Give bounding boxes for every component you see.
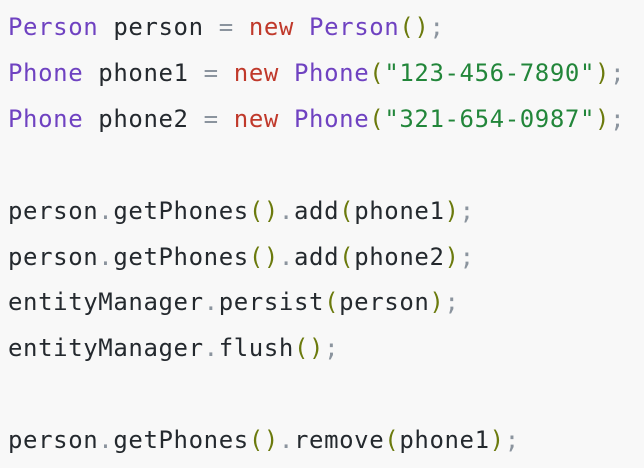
code-token-keyword: new — [233, 59, 279, 87]
code-token-operator: = — [203, 59, 219, 87]
code-token-paren: () — [248, 426, 279, 454]
code-token-identifier — [279, 59, 294, 87]
code-token-identifier: phone2 — [83, 105, 204, 133]
code-token-paren: () — [399, 13, 430, 41]
code-line-6: person.getPhones().add(phone2); — [8, 240, 475, 274]
code-token-type: Person — [309, 13, 400, 41]
code-token-operator: ; — [459, 197, 475, 225]
code-token-paren: () — [248, 243, 279, 271]
code-line-2: Phone phone1 = new Phone("123-456-7890")… — [8, 56, 625, 90]
code-token-operator: . — [98, 197, 114, 225]
code-token-identifier — [294, 13, 309, 41]
code-token-identifier: remove — [293, 426, 385, 454]
code-token-paren: ) — [429, 288, 445, 316]
code-block: Person person = new Person(); Phone phon… — [0, 0, 644, 468]
code-token-type: Phone — [294, 105, 370, 133]
code-token-keyword: new — [233, 105, 279, 133]
code-token-identifier: phone1 — [354, 197, 445, 225]
code-token-paren: ) — [489, 426, 505, 454]
code-token-operator: ; — [610, 59, 626, 87]
code-token-operator: . — [203, 334, 219, 362]
code-line-3: Phone phone2 = new Phone("321-654-0987")… — [8, 102, 625, 136]
code-token-identifier — [279, 105, 294, 133]
code-token-operator: . — [203, 288, 219, 316]
code-token-identifier: add — [293, 197, 340, 225]
code-token-identifier: person — [8, 426, 99, 454]
code-token-identifier: person — [98, 13, 219, 41]
code-token-identifier: person — [8, 243, 99, 271]
code-token-type: Person — [8, 13, 99, 41]
code-token-type: Phone — [294, 59, 370, 87]
code-token-type: Phone — [8, 59, 84, 87]
code-token-operator: = — [218, 13, 234, 41]
code-token-paren: () — [248, 197, 279, 225]
code-token-operator: ; — [324, 334, 340, 362]
code-token-operator: ; — [444, 288, 460, 316]
code-token-type: Phone — [8, 105, 84, 133]
code-token-paren: ) — [595, 59, 611, 87]
code-token-paren: ) — [444, 197, 460, 225]
code-token-identifier: person — [339, 288, 430, 316]
code-line-10: person.getPhones().remove(phone1); — [8, 423, 520, 457]
code-token-identifier — [234, 13, 249, 41]
code-token-identifier: phone2 — [354, 243, 445, 271]
code-token-operator: ; — [459, 243, 475, 271]
code-token-paren: ) — [595, 105, 611, 133]
code-line-5: person.getPhones().add(phone1); — [8, 194, 475, 228]
code-token-paren: ( — [384, 426, 400, 454]
code-line-7: entityManager.persist(person); — [8, 285, 460, 319]
code-token-paren: ( — [324, 288, 340, 316]
code-token-identifier: person — [8, 197, 99, 225]
code-token-operator: . — [278, 426, 294, 454]
code-token-operator: . — [278, 197, 294, 225]
code-token-identifier — [219, 105, 234, 133]
code-line-1: Person person = new Person(); — [8, 10, 445, 44]
code-token-operator: ; — [504, 426, 520, 454]
code-token-paren: ( — [369, 105, 385, 133]
code-token-paren: ( — [339, 197, 355, 225]
code-token-identifier: flush — [218, 334, 294, 362]
code-token-string: "321-654-0987" — [384, 105, 596, 133]
code-token-identifier: phone1 — [83, 59, 204, 87]
code-token-paren: ( — [369, 59, 385, 87]
code-token-operator: . — [98, 426, 114, 454]
code-token-operator: = — [203, 105, 219, 133]
code-token-paren: () — [293, 334, 325, 362]
code-token-identifier: persist — [218, 288, 325, 316]
code-token-identifier: phone1 — [399, 426, 490, 454]
code-token-paren: ) — [444, 243, 460, 271]
code-token-identifier: getPhones — [113, 426, 249, 454]
code-token-keyword: new — [248, 13, 294, 41]
code-token-operator: ; — [610, 105, 626, 133]
code-token-identifier — [219, 59, 234, 87]
code-token-operator: . — [98, 243, 114, 271]
code-token-identifier: entityManager — [8, 288, 204, 316]
code-token-operator: ; — [429, 13, 445, 41]
code-token-identifier: getPhones — [113, 243, 249, 271]
code-token-identifier: add — [293, 243, 340, 271]
code-token-string: "123-456-7890" — [384, 59, 596, 87]
code-token-identifier: getPhones — [113, 197, 249, 225]
code-token-operator: . — [278, 243, 294, 271]
code-token-paren: ( — [339, 243, 355, 271]
code-line-8: entityManager.flush(); — [8, 331, 339, 365]
code-token-identifier: entityManager — [8, 334, 204, 362]
